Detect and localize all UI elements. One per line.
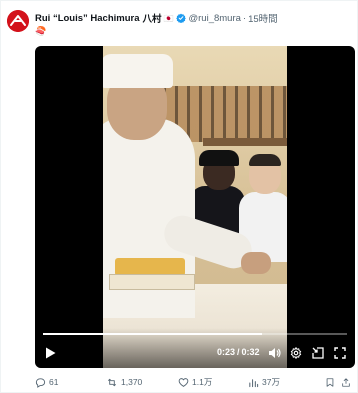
- tweet-text: 🍣: [35, 26, 47, 36]
- reply-button[interactable]: 61: [35, 377, 58, 388]
- settings-icon: [290, 347, 302, 359]
- video-scene-board: [109, 274, 195, 290]
- volume-button[interactable]: [267, 346, 281, 360]
- bookmark-icon: [326, 377, 334, 387]
- video-scene-ledge: [203, 138, 287, 146]
- video-progress-bar[interactable]: [43, 333, 347, 335]
- view-count: 37万: [262, 377, 280, 387]
- video-scene-chef-hand: [241, 252, 271, 274]
- pip-button[interactable]: [311, 346, 325, 360]
- views-button[interactable]: 37万: [248, 376, 280, 388]
- repost-button[interactable]: 1,370: [106, 377, 142, 388]
- video-duration: 0:32: [241, 347, 260, 357]
- play-button[interactable]: [43, 346, 57, 360]
- reply-count: 61: [49, 377, 59, 387]
- video-player[interactable]: 0:23 / 0:32: [35, 46, 355, 368]
- views-icon: [249, 378, 259, 387]
- video-progress-fill: [43, 333, 262, 335]
- fullscreen-button[interactable]: [333, 346, 347, 360]
- flag-emoji: 🇯🇵: [163, 13, 174, 23]
- avatar-logo-icon: [7, 10, 29, 32]
- avatar[interactable]: [7, 10, 29, 32]
- reply-icon: [35, 377, 46, 388]
- verified-badge-icon[interactable]: [175, 13, 186, 23]
- post-timestamp[interactable]: 15時間: [248, 11, 278, 25]
- video-current-time: 0:23: [217, 347, 236, 357]
- like-icon: [178, 377, 189, 387]
- separator-dot: ·: [242, 12, 247, 24]
- video-scene-cap: [199, 150, 239, 166]
- tweet-card: Rui “Louis” Hachimura 八村 🇯🇵 @rui_8mura ·…: [0, 0, 358, 393]
- user-handle[interactable]: @rui_8mura: [189, 13, 241, 24]
- video-time-readout: 0:23 / 0:32: [217, 347, 260, 359]
- like-button[interactable]: 1.1万: [178, 376, 212, 388]
- fullscreen-icon: [334, 347, 346, 359]
- tweet-header: Rui “Louis” Hachimura 八村 🇯🇵 @rui_8mura ·…: [35, 11, 278, 26]
- video-scene-chef-hat: [103, 54, 173, 88]
- repost-count: 1,370: [121, 377, 143, 387]
- tweet-action-bar: 61 1,370 1.1万 37万: [35, 375, 355, 389]
- play-icon: [45, 347, 55, 359]
- like-count: 1.1万: [192, 377, 213, 387]
- display-name[interactable]: Rui “Louis” Hachimura: [35, 13, 140, 24]
- video-frame: [103, 46, 287, 368]
- share-icon: [342, 377, 350, 387]
- share-button[interactable]: [341, 377, 351, 388]
- video-controls: 0:23 / 0:32: [35, 328, 355, 368]
- video-time-separator: /: [237, 347, 240, 357]
- repost-icon: [108, 378, 116, 386]
- settings-button[interactable]: [289, 346, 303, 360]
- volume-icon: [268, 348, 281, 358]
- display-name-jp[interactable]: 八村: [143, 11, 162, 25]
- bookmark-button[interactable]: [325, 377, 335, 388]
- pip-icon: [312, 347, 324, 359]
- video-scene-hair: [249, 154, 281, 166]
